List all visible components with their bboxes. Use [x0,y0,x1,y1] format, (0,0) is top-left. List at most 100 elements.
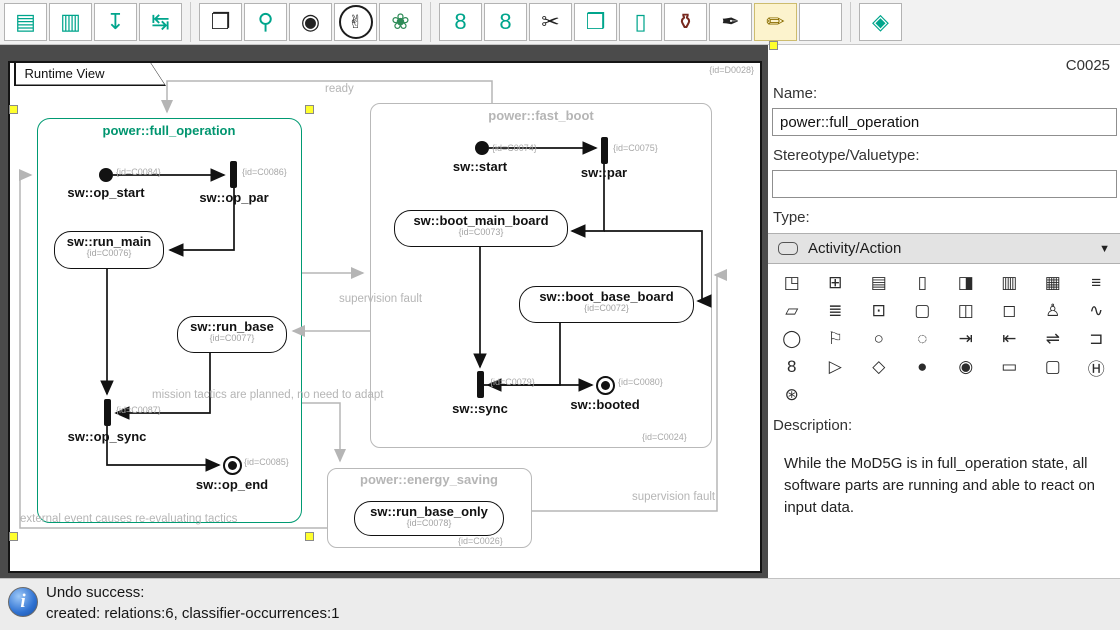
blank-tool-button[interactable] [799,3,842,41]
state-loop-tool-button[interactable]: 8 [439,3,482,41]
diagram-frame-icon[interactable]: ◳ [776,271,808,295]
ellipse-icon[interactable]: ◯ [776,327,808,351]
page-icon[interactable]: ▢ [906,299,938,323]
decision-diamond-icon[interactable]: ◇ [863,355,895,379]
op-sync-label: sw::op_sync [68,429,147,444]
booted-id: {id=C0080} [618,377,663,387]
type-palette: ◳ ⊞ ▤ ▯ ◨ ▥ ▦ ≡ ▱ ≣ ⊡ ▢ ◫ ◻ ♙ ∿ ◯ ⚐ ○ ◌ ⇥ ⇤ ⇌ ⊐ 8 ▷ ◇ ● ◉ ▭ ▢ Ⓗ ⊛ [770,271,1118,407]
name-label: Name: [773,85,817,102]
pennant-icon[interactable]: ▷ [819,355,851,379]
selection-handle-bottom-right[interactable] [305,532,314,541]
action-boot-base-board[interactable]: sw::boot_base_board {id=C0072} [519,286,694,323]
wave-connector-icon[interactable]: ∿ [1080,299,1112,323]
document-icon[interactable]: ▥ [993,271,1025,295]
plain-box-icon[interactable]: ◻ [993,299,1025,323]
name-input[interactable] [772,108,1117,136]
toolbar: ▤▥↧↹❐⚲◉✌❀88✂❒▯⚱✒✏◈ [0,0,1120,45]
stadium-icon[interactable]: ▭ [993,355,1025,379]
join-bar-sync[interactable] [477,371,484,398]
note-icon[interactable]: ◨ [950,271,982,295]
initial-node-op-start[interactable] [99,168,113,182]
data-store-icon[interactable]: ▤ [863,271,895,295]
runtime-view-diagram[interactable]: power::full_operation power::fast_boot {… [8,61,762,573]
rounded-rect-icon[interactable]: ▢ [1037,355,1069,379]
final-node-booted[interactable] [596,376,615,395]
gem-tool-icon: ◈ [872,11,889,33]
description-label: Description: [773,417,852,434]
dashed-ellipse-icon[interactable]: ◌ [906,327,938,351]
par-id: {id=C0075} [613,143,658,153]
run-main-id: {id=C0076} [55,248,163,258]
output-pin-icon[interactable]: ⇤ [993,327,1025,351]
cut-scissors-tool-button[interactable]: ✂ [529,3,572,41]
op-par-label: sw::op_par [199,190,268,205]
join-bar-op-sync[interactable] [104,399,111,426]
region-fast-boot[interactable] [370,103,712,448]
region-fast-boot-title: power::fast_boot [488,108,593,123]
transition-ready-label: ready [325,83,354,95]
extinguisher-tool-button[interactable]: ⚱ [664,3,707,41]
view-eye-tool-button[interactable]: ◉ [289,3,332,41]
final-node-op-end[interactable] [223,456,242,475]
selection-handle-top-left[interactable] [9,105,18,114]
initial-node-icon[interactable]: ● [906,355,938,379]
initial-node-start[interactable] [475,141,489,155]
op-start-id: {id=C0084} [116,167,161,177]
selection-handle-bottom-left[interactable] [9,532,18,541]
action-boot-main-board[interactable]: sw::boot_main_board {id=C0073} [394,210,568,247]
runtime-view-tab[interactable]: Runtime View [14,63,166,86]
run-base-id: {id=C0077} [178,333,286,343]
import-model-button[interactable]: ↧ [94,3,137,41]
new-diagram-icon: ❐ [211,11,231,33]
selection-handle-top-right[interactable] [305,105,314,114]
zoom-tool-icon: ⚲ [257,11,273,33]
compare-frames-tool-button[interactable]: ❒ [574,3,617,41]
type-dropdown[interactable]: Activity/Action ▼ [768,233,1120,264]
fork-arrows-icon[interactable]: ⇌ [1037,327,1069,351]
final-node-icon[interactable]: ◉ [950,355,982,379]
zoom-tool-button[interactable]: ⚲ [244,3,287,41]
actor-icon[interactable]: ♙ [1037,299,1069,323]
state-loop-alt-tool-button[interactable]: 8 [484,3,527,41]
object-node-icon[interactable]: ▯ [906,271,938,295]
bars-icon[interactable]: ≡ [1080,271,1112,295]
input-pin-icon[interactable]: ⇥ [950,327,982,351]
compare-frames-tool-icon: ❒ [586,11,606,33]
action-run-main[interactable]: sw::run_main {id=C0076} [54,231,164,269]
loop-node-icon[interactable]: 8 [776,355,808,379]
op-end-label: sw::op_end [196,477,268,492]
region-fast-boot-id: {id=C0024} [642,432,687,442]
signal-flag-icon[interactable]: ⚐ [819,327,851,351]
stereotype-input[interactable] [772,170,1117,198]
brush-tool-button[interactable]: ✒ [709,3,752,41]
pan-hand-tool-button[interactable]: ✌ [334,3,377,41]
edit-pencil-tool-button[interactable]: ✏ [754,3,797,41]
action-run-base-only[interactable]: sw::run_base_only {id=C0078} [354,501,504,536]
type-value: Activity/Action [808,240,901,257]
new-diagram-button[interactable]: ❐ [199,3,242,41]
labeled-box-icon[interactable]: ⊡ [863,299,895,323]
structured-frame-icon[interactable]: ⊞ [819,271,851,295]
region-energy-saving-id: {id=C0026} [458,536,503,546]
mobile-device-tool-icon: ▯ [634,11,646,33]
gem-tool-button[interactable]: ◈ [859,3,902,41]
organic-plant-tool-button[interactable]: ❀ [379,3,422,41]
fork-bar-par[interactable] [601,137,608,164]
folder-icon[interactable]: ▱ [776,299,808,323]
shallow-history-icon[interactable]: Ⓗ [1080,355,1112,379]
partitioned-box-icon[interactable]: ◫ [950,299,982,323]
boot-base-board-id: {id=C0072} [520,303,693,313]
mobile-device-tool-button[interactable]: ▯ [619,3,662,41]
fork-bar-op-par[interactable] [230,161,237,188]
model-repository-button[interactable]: ▤ [4,3,47,41]
deep-history-icon[interactable]: ⊛ [776,383,808,407]
half-box-icon[interactable]: ⊐ [1080,327,1112,351]
library-repository-button[interactable]: ▥ [49,3,92,41]
table-icon[interactable]: ▦ [1037,271,1069,295]
description-text[interactable]: While the MoD5G is in full_operation sta… [784,453,1108,518]
list-icon[interactable]: ≣ [819,299,851,323]
small-ellipse-icon[interactable]: ○ [863,327,895,351]
action-run-base[interactable]: sw::run_base {id=C0077} [177,316,287,353]
export-model-button[interactable]: ↹ [139,3,182,41]
start-id: {id=C0074} [492,143,537,153]
